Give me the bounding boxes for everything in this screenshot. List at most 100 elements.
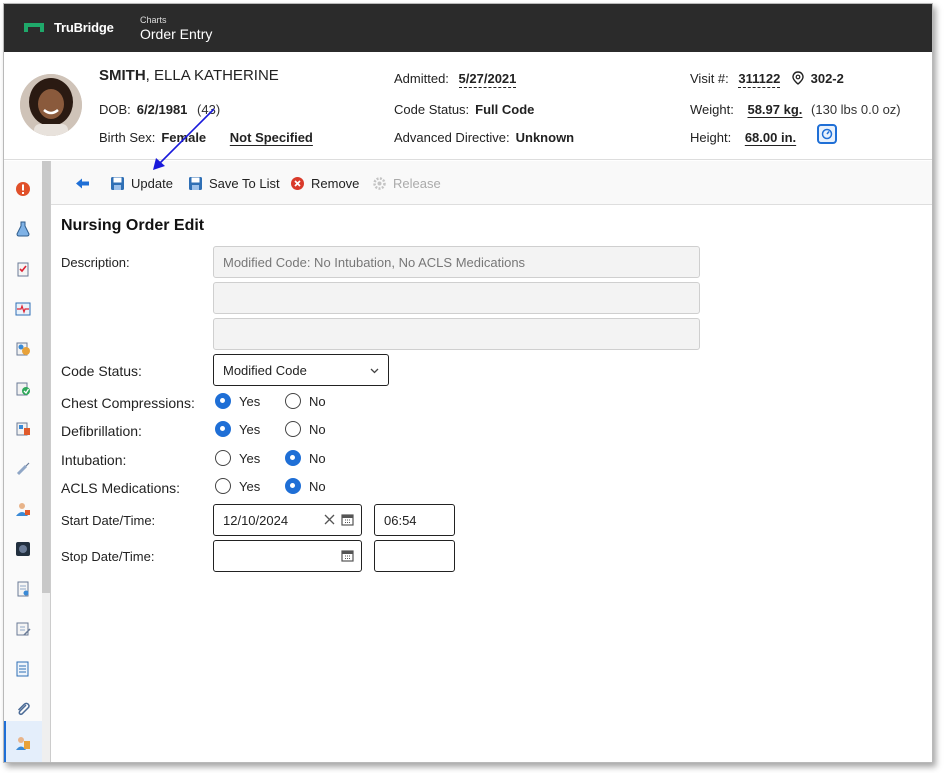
description-label: Description:	[61, 255, 130, 270]
release-button[interactable]: Release	[372, 174, 441, 192]
acls-medications-yes[interactable]: Yes	[215, 478, 260, 494]
sidebar-scrollbar-track[interactable]	[42, 593, 50, 762]
update-button[interactable]: Update	[110, 174, 173, 192]
gender-link[interactable]: Not Specified	[230, 130, 313, 145]
stop-date-input[interactable]	[213, 540, 362, 572]
sidebar-documents[interactable]	[15, 581, 31, 597]
sidebar-alerts[interactable]	[15, 181, 31, 197]
sidebar-item-nursing-orders[interactable]	[4, 721, 42, 762]
birth-sex-value: Female	[161, 130, 207, 145]
code-status-select[interactable]: Modified Code	[213, 354, 389, 386]
chevron-down-icon	[370, 368, 379, 374]
module-title: Order Entry	[140, 26, 213, 42]
start-date-input[interactable]: 12/10/2024	[213, 504, 362, 536]
back-arrow-icon	[76, 178, 89, 188]
sidebar-results[interactable]	[15, 421, 31, 437]
weight-value[interactable]: 58.97 kg.	[747, 102, 802, 117]
advanced-directive-field: Advanced Directive: Unknown	[394, 130, 574, 145]
description-line-2[interactable]	[213, 282, 700, 314]
calendar-icon[interactable]	[341, 513, 354, 526]
weight-label: Weight:	[690, 102, 734, 117]
back-button[interactable]	[75, 174, 90, 192]
sidebar-labs[interactable]	[15, 221, 31, 237]
chest-compressions-label: Chest Compressions:	[61, 395, 195, 411]
visit-label: Visit #:	[690, 71, 729, 86]
sidebar-vitals[interactable]	[15, 301, 31, 317]
yes-label: Yes	[239, 421, 261, 437]
yes-label: Yes	[239, 393, 261, 409]
description-line-1[interactable]: Modified Code: No Intubation, No ACLS Me…	[213, 246, 700, 278]
admitted-label: Admitted:	[394, 71, 449, 86]
sidebar-attachments[interactable]	[15, 701, 31, 717]
height-value[interactable]: 68.00 in.	[745, 130, 796, 145]
dob-value: 6/2/1981	[136, 102, 188, 117]
start-time-value: 06:54	[384, 513, 417, 528]
orders-icon	[16, 342, 30, 356]
intubation-yes[interactable]: Yes	[215, 450, 260, 466]
form-title: Nursing Order Edit	[61, 217, 205, 234]
code-status-label: Code Status:	[61, 363, 142, 379]
no-label: No	[309, 421, 326, 437]
yes-label: Yes	[239, 478, 261, 494]
code-status-label: Code Status:	[394, 102, 470, 117]
admitted-value[interactable]: 5/27/2021	[458, 71, 517, 88]
chest-compressions-no[interactable]: No	[285, 393, 326, 409]
birth-sex-field: Birth Sex: Female Not Specified	[99, 130, 313, 145]
paperclip-icon	[17, 702, 30, 716]
save-to-list-label: Save To List	[209, 175, 280, 191]
report-icon	[16, 661, 29, 677]
release-label: Release	[393, 175, 441, 191]
patient-banner: SMITH, ELLA KATHERINE DOB: 6/2/1981 (43) …	[4, 52, 932, 160]
intubation-no[interactable]: No	[285, 450, 326, 466]
app-window: TruBridge Charts Order Entry SMITH, ELLA…	[3, 3, 933, 763]
code-status-field: Code Status: Full Code	[394, 102, 534, 117]
admitted-field: Admitted: 5/27/2021	[394, 71, 517, 88]
save-to-list-button[interactable]: Save To List	[188, 174, 280, 192]
stop-time-input[interactable]	[374, 540, 455, 572]
visit-field: Visit #: 311122 302-2	[690, 71, 844, 88]
monitor-icon	[15, 302, 31, 316]
advanced-directive-value: Unknown	[515, 130, 575, 145]
scale-button[interactable]	[817, 124, 837, 144]
description-line-3[interactable]	[213, 318, 700, 350]
release-gear-icon	[373, 176, 386, 190]
location-pin-icon	[792, 71, 804, 85]
no-label: No	[309, 393, 326, 409]
visit-number[interactable]: 311122	[738, 71, 781, 88]
start-time-input[interactable]: 06:54	[374, 504, 455, 536]
medication-icon	[16, 382, 30, 396]
module-breadcrumb[interactable]: Charts	[140, 15, 167, 25]
start-datetime-label: Start Date/Time:	[61, 513, 156, 528]
imaging-icon	[16, 542, 30, 556]
acls-medications-no[interactable]: No	[285, 478, 326, 494]
defibrillation-yes[interactable]: Yes	[215, 421, 260, 437]
sidebar-injections[interactable]	[15, 461, 31, 477]
save-disk-icon	[189, 176, 202, 190]
code-status-selected: Modified Code	[223, 363, 307, 378]
sidebar-tasks[interactable]	[15, 261, 31, 277]
sidebar-scrollbar-thumb[interactable]	[42, 161, 50, 593]
sidebar-providers[interactable]	[15, 501, 31, 517]
remove-button[interactable]: Remove	[290, 174, 359, 192]
height-field: Height: 68.00 in.	[690, 130, 796, 145]
update-label: Update	[131, 175, 173, 191]
dob-field: DOB: 6/2/1981 (43)	[99, 102, 220, 117]
chest-compressions-yes[interactable]: Yes	[215, 393, 260, 409]
clear-icon[interactable]	[324, 514, 335, 525]
defibrillation-label: Defibrillation:	[61, 423, 142, 439]
defibrillation-no[interactable]: No	[285, 421, 326, 437]
patient-first-names: , ELLA KATHERINE	[145, 67, 279, 84]
radio-checked	[285, 450, 301, 466]
sidebar-medications[interactable]	[15, 381, 31, 397]
top-bar: TruBridge Charts Order Entry	[4, 4, 932, 52]
remove-label: Remove	[311, 175, 360, 191]
sidebar-imaging[interactable]	[15, 541, 31, 557]
sidebar-reports[interactable]	[15, 661, 31, 677]
no-label: No	[309, 450, 326, 466]
calendar-icon[interactable]	[341, 549, 354, 562]
trubridge-logo-icon	[24, 23, 44, 32]
birth-sex-label: Birth Sex:	[99, 130, 156, 145]
sidebar-orders[interactable]	[15, 341, 31, 357]
nurse-icon	[16, 737, 30, 750]
sidebar-notes[interactable]	[15, 621, 31, 637]
